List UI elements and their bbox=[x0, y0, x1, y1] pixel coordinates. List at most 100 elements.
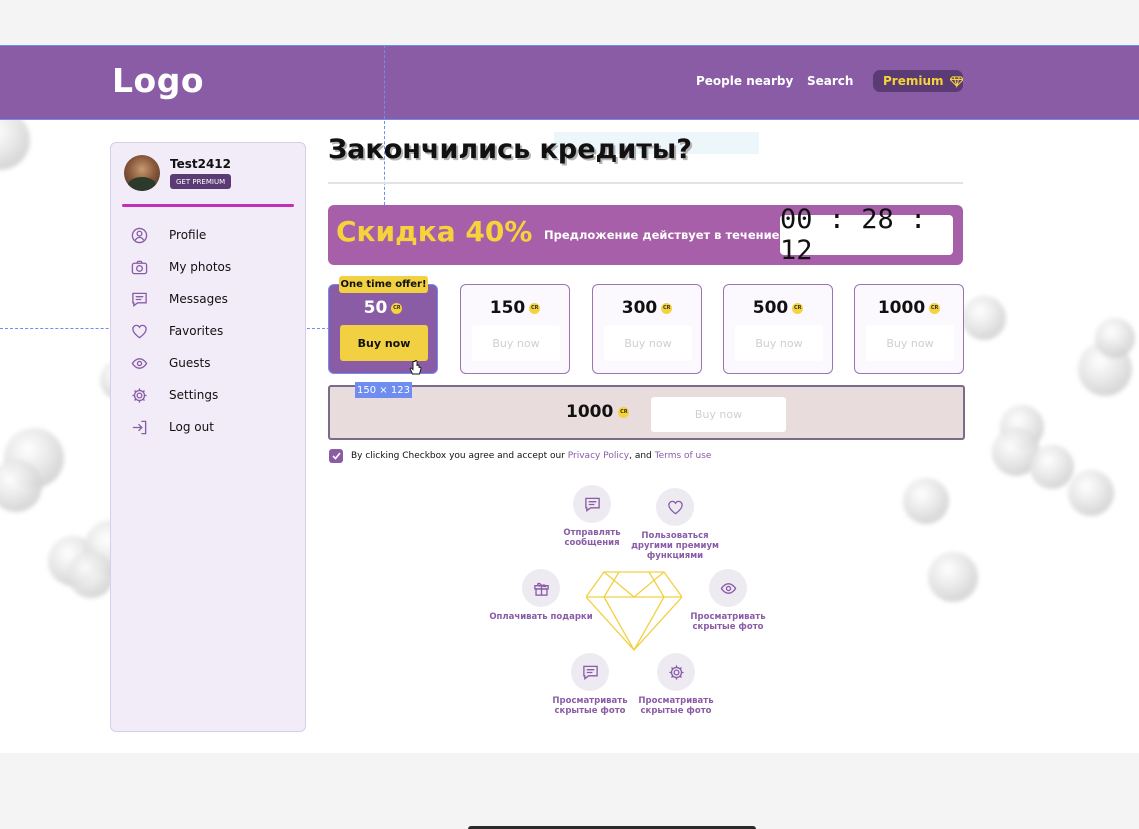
nav-people-nearby[interactable]: People nearby bbox=[696, 74, 793, 88]
decor-ball bbox=[1030, 445, 1074, 489]
feature-icon-circle bbox=[571, 653, 609, 691]
sidebar-divider bbox=[122, 204, 294, 207]
decor-ball bbox=[1068, 470, 1114, 516]
offer-amount: 1000 CR bbox=[566, 402, 630, 422]
sidebar-item-label: Messages bbox=[169, 292, 228, 306]
buy-now-button[interactable]: Buy now bbox=[866, 325, 954, 361]
offer-amount: 150 CR bbox=[489, 298, 541, 318]
page-title: Закончились кредиты? bbox=[328, 134, 692, 165]
sidebar-item-guests[interactable]: Guests bbox=[111, 347, 307, 379]
check-icon bbox=[331, 452, 341, 460]
terms-of-use-link[interactable]: Terms of use bbox=[655, 451, 712, 461]
message-icon bbox=[582, 665, 598, 680]
sidebar-item-my-photos[interactable]: My photos bbox=[111, 251, 307, 283]
promo-banner: Скидка 40% Предложение действует в течен… bbox=[328, 204, 963, 266]
decor-ball bbox=[1095, 318, 1135, 358]
decor-ball bbox=[68, 552, 114, 598]
coin-icon: CR bbox=[792, 302, 804, 314]
message-icon bbox=[132, 292, 147, 307]
countdown-timer: 00 : 28 : 12 bbox=[780, 204, 953, 266]
agreement-row: By clicking Checkbox you agree and accep… bbox=[329, 449, 711, 463]
top-header: Logo People nearby Search Premium bbox=[0, 45, 1139, 120]
sidebar-item-label: Settings bbox=[169, 388, 219, 402]
user-circle-icon bbox=[131, 227, 148, 243]
avatar[interactable] bbox=[124, 155, 160, 191]
message-icon bbox=[584, 497, 600, 512]
coin-icon: CR bbox=[661, 302, 673, 314]
premium-label: Premium bbox=[883, 74, 944, 88]
feature-icon-circle bbox=[657, 653, 695, 691]
pointer-cursor-icon bbox=[409, 360, 422, 375]
feature-label: Просматривать скрытые фото bbox=[690, 612, 766, 632]
feature-icon-circle bbox=[573, 485, 611, 523]
feature-label: Просматривать скрытые фото bbox=[638, 696, 714, 716]
sidebar-item-label: Log out bbox=[169, 420, 214, 434]
offer-amount: 500 CR bbox=[752, 298, 804, 318]
sidebar-item-label: My photos bbox=[169, 260, 232, 274]
gear-icon bbox=[668, 664, 684, 680]
coin-icon: CR bbox=[618, 406, 630, 418]
feature-premium-functions: Пользоваться другими премиум функциями bbox=[620, 488, 730, 561]
logout-icon bbox=[132, 420, 147, 434]
eye-icon bbox=[720, 582, 736, 594]
feature-icon-circle bbox=[656, 488, 694, 526]
offer-card[interactable]: 300 CR Buy now bbox=[592, 284, 702, 374]
camera-icon bbox=[131, 260, 148, 274]
sidebar-item-favorites[interactable]: Favorites bbox=[111, 315, 307, 347]
decor-ball bbox=[903, 478, 949, 524]
nav-search[interactable]: Search bbox=[807, 74, 853, 88]
sidebar-item-label: Profile bbox=[169, 228, 207, 242]
offer-card[interactable]: 150 CR Buy now bbox=[460, 284, 570, 374]
buy-now-button[interactable]: Buy now bbox=[604, 325, 692, 361]
buy-now-button[interactable]: Buy now bbox=[472, 325, 560, 361]
title-divider bbox=[328, 182, 963, 184]
offer-card[interactable]: 500 CR Buy now bbox=[723, 284, 833, 374]
feature-icon-circle bbox=[709, 569, 747, 607]
username: Test2412 bbox=[170, 157, 232, 171]
offer-amount: 1000 CR bbox=[877, 298, 941, 318]
sidebar-item-messages[interactable]: Messages bbox=[111, 283, 307, 315]
guide-line-vertical bbox=[384, 45, 385, 205]
eye-icon bbox=[131, 357, 148, 369]
get-premium-button[interactable]: GET PREMIUM bbox=[170, 174, 232, 189]
big-offer-card[interactable]: 1000 CR Buy now bbox=[328, 385, 965, 440]
diamond-icon bbox=[949, 75, 963, 88]
sidebar-item-profile[interactable]: Profile bbox=[111, 219, 307, 251]
gift-icon bbox=[533, 582, 549, 596]
sidebar-menu: Profile My photos Messages Favorites Gue… bbox=[111, 219, 307, 443]
sidebar-item-label: Favorites bbox=[169, 324, 224, 338]
buy-now-button[interactable]: Buy now bbox=[340, 325, 428, 361]
sidebar: Test2412 GET PREMIUM Profile My photos M… bbox=[110, 142, 306, 732]
heart-icon bbox=[132, 324, 147, 338]
feature-view-hidden-photos: Просматривать скрытые фото bbox=[621, 653, 731, 716]
privacy-policy-link[interactable]: Privacy Policy bbox=[568, 451, 629, 461]
sidebar-item-label: Guests bbox=[169, 356, 211, 370]
offer-card[interactable]: 1000 CR Buy now bbox=[854, 284, 964, 374]
feature-label: Пользоваться другими премиум функциями bbox=[631, 531, 719, 561]
feature-icon-circle bbox=[522, 569, 560, 607]
decor-ball bbox=[962, 296, 1006, 340]
decor-ball bbox=[928, 552, 978, 602]
logo[interactable]: Logo bbox=[112, 61, 204, 100]
agreement-checkbox[interactable] bbox=[329, 449, 343, 463]
dimension-tag: 150 × 123 bbox=[355, 382, 412, 398]
offer-amount: 50 CR bbox=[363, 298, 403, 318]
promo-discount: Скидка 40% bbox=[336, 215, 533, 248]
buy-now-button[interactable]: Buy now bbox=[735, 325, 823, 361]
one-time-offer-badge: One time offer! bbox=[339, 276, 428, 293]
feature-pay-gifts: Оплачивать подарки bbox=[486, 569, 596, 622]
gear-icon bbox=[132, 387, 147, 403]
sidebar-item-settings[interactable]: Settings bbox=[111, 379, 307, 411]
agreement-text: By clicking Checkbox you agree and accep… bbox=[351, 451, 712, 461]
offer-amount: 300 CR bbox=[621, 298, 673, 318]
sidebar-item-log-out[interactable]: Log out bbox=[111, 411, 307, 443]
promo-text: Предложение действует в течение: bbox=[544, 228, 785, 242]
premium-button[interactable]: Premium bbox=[873, 70, 963, 92]
heart-icon bbox=[667, 500, 683, 514]
coin-icon: CR bbox=[391, 302, 403, 314]
coin-icon: CR bbox=[929, 302, 941, 314]
feature-label: Оплачивать подарки bbox=[489, 612, 593, 622]
coin-icon: CR bbox=[529, 302, 541, 314]
buy-now-button[interactable]: Buy now bbox=[651, 397, 786, 432]
feature-view-hidden-photos: Просматривать скрытые фото bbox=[673, 569, 783, 632]
